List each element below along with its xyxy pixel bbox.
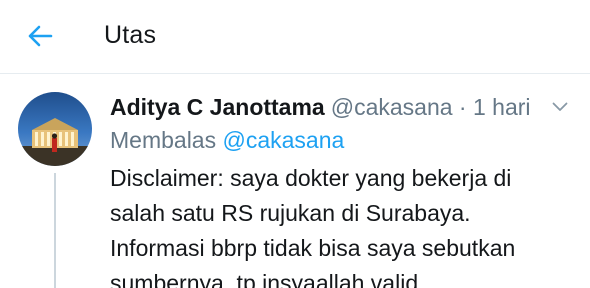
arrow-left-icon xyxy=(28,25,53,47)
page-title: Utas xyxy=(104,21,157,49)
tweet-text-line: Disclaimer: saya dokter yang bekerja di xyxy=(110,165,512,191)
reply-mention-link[interactable]: @cakasana xyxy=(223,127,345,153)
tweet-meta: Aditya C Janottama @cakasana · 1 hari xyxy=(110,91,531,123)
tweet-text-line: Informasi bbrp tidak bisa saya sebutkan xyxy=(110,235,516,261)
tweet-menu-button[interactable] xyxy=(550,97,570,117)
tweet-timestamp[interactable]: 1 hari xyxy=(473,94,531,120)
top-bar: Utas xyxy=(0,0,590,74)
tweet[interactable]: Aditya C Janottama @cakasana · 1 hari Mem… xyxy=(0,75,590,288)
reply-prefix: Membalas xyxy=(110,127,217,153)
tweet-text-line: salah satu RS rujukan di Surabaya. xyxy=(110,200,471,226)
thread-line xyxy=(54,173,56,288)
tweet-text: Disclaimer: saya dokter yang bekerja di … xyxy=(110,161,580,288)
avatar-photo xyxy=(18,92,92,166)
meta-separator: · xyxy=(458,94,467,120)
author-name[interactable]: Aditya C Janottama xyxy=(110,94,325,120)
tweet-text-line: sumbernya, tp insyaallah valid. xyxy=(110,270,425,288)
chevron-down-icon xyxy=(552,102,568,111)
avatar[interactable] xyxy=(18,92,92,166)
back-button[interactable] xyxy=(22,18,58,54)
author-handle[interactable]: @cakasana xyxy=(331,94,453,120)
reply-context: Membalas @cakasana xyxy=(110,125,344,155)
